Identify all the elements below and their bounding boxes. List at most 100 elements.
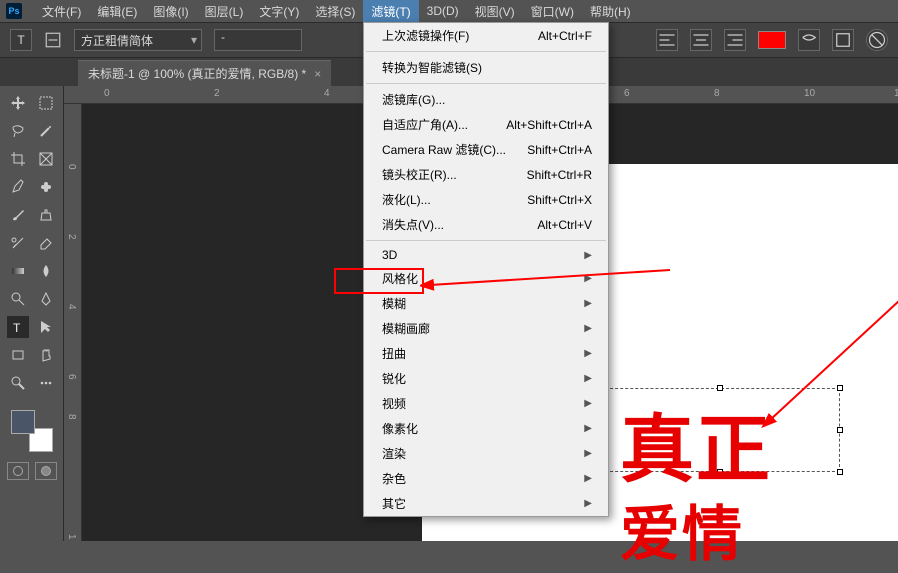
document-title: 未标题-1 @ 100% (真正的爱情, RGB/8) * — [88, 65, 306, 82]
svg-text:T: T — [13, 321, 21, 335]
menu-item-convert-smart[interactable]: 转换为智能滤镜(S) — [364, 55, 608, 80]
menu-item-camera-raw[interactable]: Camera Raw 滤镜(C)...Shift+Ctrl+A — [364, 137, 608, 162]
menu-item-blur[interactable]: 模糊▶ — [364, 291, 608, 316]
marquee-tool[interactable] — [35, 92, 57, 114]
menu-item-liquify[interactable]: 液化(L)...Shift+Ctrl+X — [364, 187, 608, 212]
submenu-arrow-icon: ▶ — [584, 273, 592, 284]
menu-item-3d[interactable]: 3D▶ — [364, 244, 608, 266]
submenu-arrow-icon: ▶ — [584, 448, 592, 459]
crop-tool[interactable] — [7, 148, 29, 170]
menu-item-video[interactable]: 视频▶ — [364, 391, 608, 416]
eyedropper-tool[interactable] — [7, 176, 29, 198]
submenu-arrow-icon: ▶ — [584, 250, 592, 261]
transform-handle[interactable] — [837, 469, 843, 475]
close-tab-icon[interactable]: × — [314, 67, 321, 81]
rectangle-tool[interactable] — [7, 344, 29, 366]
canvas-text-line2: 爱情 — [620, 486, 744, 573]
ruler-mark: 10 — [804, 88, 815, 99]
frame-tool[interactable] — [35, 148, 57, 170]
document-tab[interactable]: 未标题-1 @ 100% (真正的爱情, RGB/8) * × — [78, 60, 331, 86]
menu-filter[interactable]: 滤镜(T) — [363, 0, 418, 23]
menu-select[interactable]: 选择(S) — [307, 0, 363, 23]
menu-item-adaptive-wide[interactable]: 自适应广角(A)...Alt+Shift+Ctrl+A — [364, 112, 608, 137]
eraser-tool[interactable] — [35, 232, 57, 254]
pen-tool[interactable] — [35, 288, 57, 310]
submenu-arrow-icon: ▶ — [584, 423, 592, 434]
dodge-tool[interactable] — [7, 288, 29, 310]
ruler-mark: 12 — [894, 88, 898, 99]
brush-tool[interactable] — [7, 204, 29, 226]
menu-image[interactable]: 图像(I) — [145, 0, 196, 23]
clone-stamp-tool[interactable] — [35, 204, 57, 226]
quickmask-mode-button[interactable] — [35, 462, 57, 480]
foreground-color[interactable] — [11, 410, 35, 434]
zoom-tool[interactable] — [7, 372, 29, 394]
menubar: Ps 文件(F) 编辑(E) 图像(I) 图层(L) 文字(Y) 选择(S) 滤… — [0, 0, 898, 22]
character-panel-button[interactable] — [832, 29, 854, 51]
menu-item-pixelate[interactable]: 像素化▶ — [364, 416, 608, 441]
submenu-arrow-icon: ▶ — [584, 323, 592, 334]
menu-item-distort[interactable]: 扭曲▶ — [364, 341, 608, 366]
cancel-button[interactable] — [866, 29, 888, 51]
ruler-mark: 6 — [624, 88, 630, 99]
menu-type[interactable]: 文字(Y) — [251, 0, 307, 23]
submenu-arrow-icon: ▶ — [584, 298, 592, 309]
tool-preset-icon[interactable]: T — [10, 29, 32, 51]
align-center-button[interactable] — [690, 29, 712, 51]
menu-item-blur-gallery[interactable]: 模糊画廊▶ — [364, 316, 608, 341]
menu-item-last-filter[interactable]: 上次滤镜操作(F)Alt+Ctrl+F — [364, 23, 608, 48]
menu-item-noise[interactable]: 杂色▶ — [364, 466, 608, 491]
align-right-button[interactable] — [724, 29, 746, 51]
submenu-arrow-icon: ▶ — [584, 498, 592, 509]
blur-tool[interactable] — [35, 260, 57, 282]
font-style-select[interactable]: - — [214, 29, 302, 51]
ruler-mark: 6 — [66, 374, 77, 380]
menu-item-stylize[interactable]: 风格化▶ — [364, 266, 608, 291]
menu-help[interactable]: 帮助(H) — [582, 0, 639, 23]
font-family-select[interactable]: 方正粗倩简体 — [74, 29, 202, 51]
menu-file[interactable]: 文件(F) — [34, 0, 89, 23]
text-color-swatch[interactable] — [758, 31, 786, 49]
ruler-mark: 0 — [66, 164, 77, 170]
menu-view[interactable]: 视图(V) — [467, 0, 523, 23]
menu-window[interactable]: 窗口(W) — [523, 0, 582, 23]
menu-item-sharpen[interactable]: 锐化▶ — [364, 366, 608, 391]
menu-3d[interactable]: 3D(D) — [419, 1, 467, 21]
ruler-mark: 2 — [214, 88, 220, 99]
menu-separator — [366, 51, 606, 52]
ruler-mark: 2 — [66, 234, 77, 240]
menu-item-lens-correction[interactable]: 镜头校正(R)...Shift+Ctrl+R — [364, 162, 608, 187]
menu-item-other[interactable]: 其它▶ — [364, 491, 608, 516]
menu-separator — [366, 83, 606, 84]
orientation-toggle[interactable] — [44, 31, 62, 49]
submenu-arrow-icon: ▶ — [584, 473, 592, 484]
submenu-arrow-icon: ▶ — [584, 398, 592, 409]
standard-mode-button[interactable] — [7, 462, 29, 480]
menu-item-render[interactable]: 渲染▶ — [364, 441, 608, 466]
submenu-arrow-icon: ▶ — [584, 373, 592, 384]
app-logo: Ps — [6, 3, 22, 19]
transform-handle[interactable] — [837, 385, 843, 391]
font-family-value: 方正粗倩简体 — [81, 32, 153, 49]
ruler-mark: 4 — [66, 304, 77, 310]
magic-wand-tool[interactable] — [35, 120, 57, 142]
gradient-tool[interactable] — [7, 260, 29, 282]
align-left-button[interactable] — [656, 29, 678, 51]
menu-item-vanishing-point[interactable]: 消失点(V)...Alt+Ctrl+V — [364, 212, 608, 237]
move-tool[interactable] — [7, 92, 29, 114]
transform-handle[interactable] — [837, 427, 843, 433]
menu-item-filter-gallery[interactable]: 滤镜库(G)... — [364, 87, 608, 112]
filter-menu-dropdown: 上次滤镜操作(F)Alt+Ctrl+F 转换为智能滤镜(S) 滤镜库(G)...… — [363, 22, 609, 517]
healing-brush-tool[interactable] — [35, 176, 57, 198]
hand-tool[interactable] — [35, 344, 57, 366]
menu-layer[interactable]: 图层(L) — [197, 0, 252, 23]
type-tool[interactable]: T — [7, 316, 29, 338]
menu-edit[interactable]: 编辑(E) — [89, 0, 145, 23]
lasso-tool[interactable] — [7, 120, 29, 142]
foreground-background-colors[interactable] — [11, 410, 53, 452]
ruler-vertical: 0 2 4 6 8 1 — [64, 104, 82, 541]
path-selection-tool[interactable] — [35, 316, 57, 338]
edit-toolbar[interactable] — [35, 372, 57, 394]
warp-text-button[interactable] — [798, 29, 820, 51]
history-brush-tool[interactable] — [7, 232, 29, 254]
